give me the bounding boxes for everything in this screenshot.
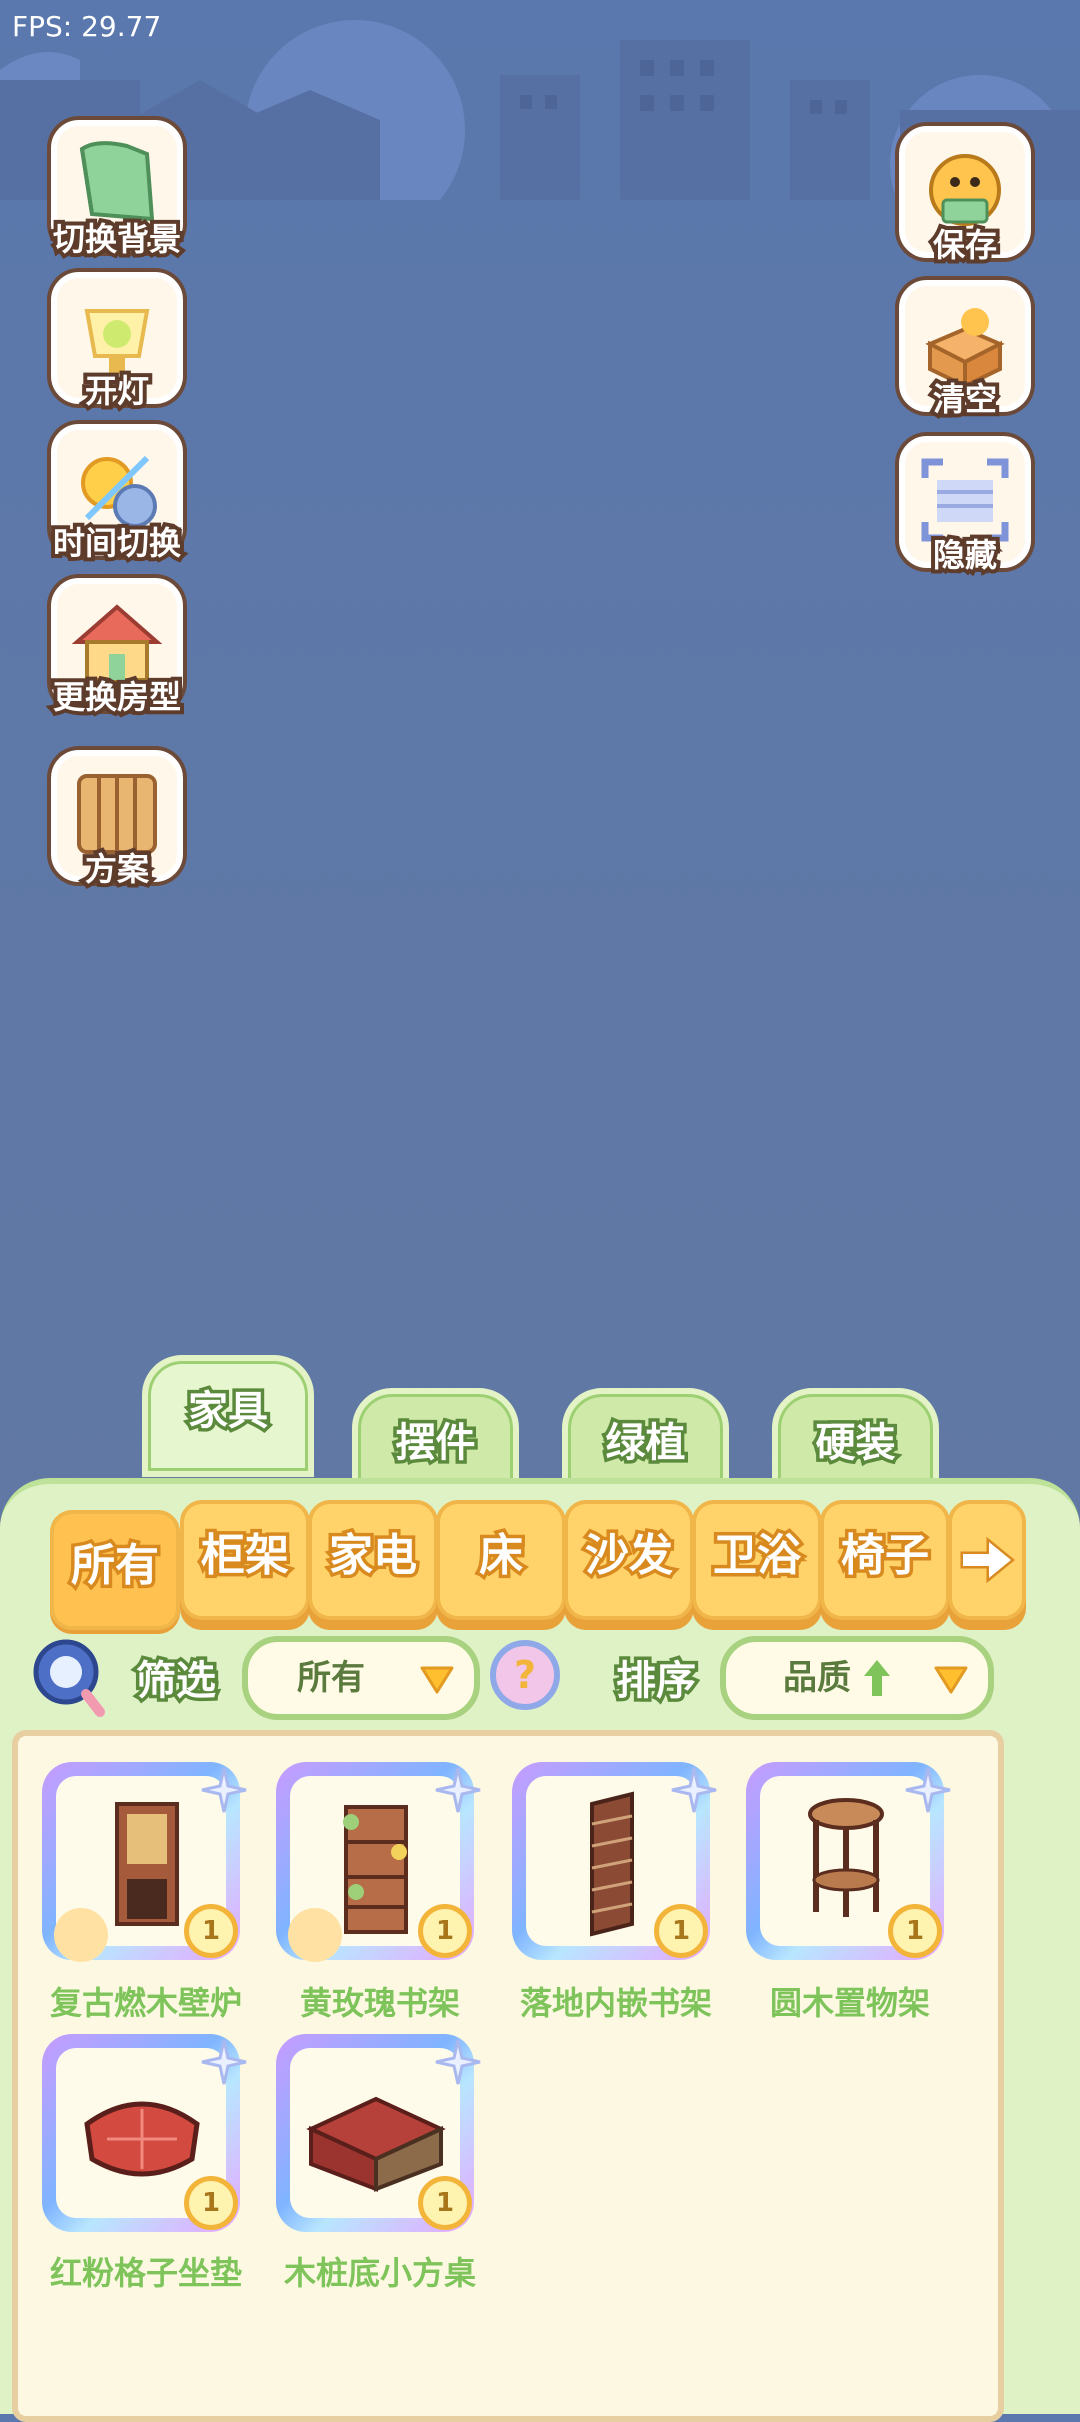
subtab-chairs[interactable]: 椅子 (820, 1500, 950, 1620)
quantity-badge: 1 (654, 1904, 708, 1958)
item-name: 木桩底小方桌 (283, 2254, 476, 2292)
plan-label: 方案 (81, 846, 153, 892)
subtab-bathroom[interactable]: 卫浴 (692, 1500, 822, 1620)
item-card[interactable]: 1 (512, 1762, 722, 1972)
hide-label: 隐藏 (929, 532, 1001, 578)
sparkle-plus-icon (668, 1764, 720, 1816)
help-icon[interactable]: ? (488, 1638, 562, 1712)
subtab-beds[interactable]: 床 (436, 1500, 566, 1620)
filter-dropdown[interactable]: 所有 (242, 1636, 480, 1720)
sort-label: 排序 (613, 1655, 700, 1708)
subtab-next-arrow[interactable] (948, 1500, 1026, 1620)
item-card[interactable]: 1 (42, 2034, 252, 2244)
quantity-badge: 1 (184, 2176, 238, 2230)
item-name: 复古燃木壁炉 (49, 1984, 242, 2022)
clear-button[interactable]: 清空 (890, 280, 1040, 422)
switch-background-label: 切换背景 (49, 216, 185, 262)
fireplace-icon (115, 1802, 179, 1926)
sparkle-plus-icon (198, 2036, 250, 2088)
time-switch-label: 时间切换 (49, 520, 185, 566)
item-card[interactable]: 1 (276, 1762, 486, 1972)
arrow-right-icon (960, 1536, 1015, 1584)
light-toggle-label: 开灯 (81, 368, 153, 414)
subtab-sofas[interactable]: 沙发 (564, 1500, 694, 1620)
sparkle-plus-icon (432, 1764, 484, 1816)
item-name: 圆木置物架 (769, 1984, 930, 2022)
change-room-label: 更换房型 (49, 674, 185, 720)
save-label: 保存 (929, 222, 1001, 268)
light-toggle-button[interactable]: 开灯 (42, 272, 192, 414)
filter-value: 所有 (297, 1658, 365, 1698)
sparkle-plus-icon (198, 1764, 250, 1816)
item-name: 红粉格子坐垫 (49, 2254, 242, 2292)
quantity-badge: 1 (888, 1904, 942, 1958)
chevron-down-icon (420, 1666, 454, 1694)
item-name: 落地内嵌书架 (519, 1984, 712, 2022)
quantity-badge: 1 (418, 1904, 472, 1958)
save-button[interactable]: 保存 (890, 126, 1040, 268)
item-name: 黄玫瑰书架 (299, 1984, 460, 2022)
bookshelf-icon (343, 1805, 408, 1934)
chevron-down-icon (934, 1666, 968, 1694)
item-card[interactable]: 1 (276, 2034, 486, 2244)
search-icon[interactable] (30, 1634, 110, 1718)
quantity-badge: 1 (418, 2176, 472, 2230)
round-shelf-icon (808, 1798, 884, 1917)
item-card[interactable]: 1 (42, 1762, 252, 1972)
cushion-icon (84, 2101, 200, 2177)
change-room-button[interactable]: 更换房型 (42, 578, 192, 720)
light-bulb-icon (288, 1908, 342, 1962)
quantity-badge: 1 (184, 1904, 238, 1958)
svg-text:?: ? (514, 1653, 536, 1697)
subtab-cabinets[interactable]: 柜架 (180, 1500, 310, 1620)
item-card[interactable]: 1 (746, 1762, 956, 1972)
arrow-up-icon (864, 1660, 890, 1696)
clear-label: 清空 (929, 376, 1001, 422)
tab-furniture[interactable]: 家具 (142, 1355, 314, 1477)
filter-label: 筛选 (133, 1655, 220, 1708)
switch-background-button[interactable]: 切换背景 (42, 120, 192, 262)
built-in-bookshelf-icon (590, 1791, 634, 1937)
subtab-all[interactable]: 所有 (50, 1510, 180, 1630)
sparkle-plus-icon (432, 2036, 484, 2088)
filter-sort-row: 筛选 所有 ? 排序 品质 (0, 1634, 1080, 1724)
hide-button[interactable]: 隐藏 (890, 436, 1040, 578)
plan-button[interactable]: 方案 (42, 750, 192, 892)
sort-dropdown[interactable]: 品质 (720, 1636, 994, 1720)
sparkle-plus-icon (902, 1764, 954, 1816)
time-switch-button[interactable]: 时间切换 (42, 424, 192, 566)
light-bulb-icon (54, 1908, 108, 1962)
subtab-appliances[interactable]: 家电 (308, 1500, 438, 1620)
